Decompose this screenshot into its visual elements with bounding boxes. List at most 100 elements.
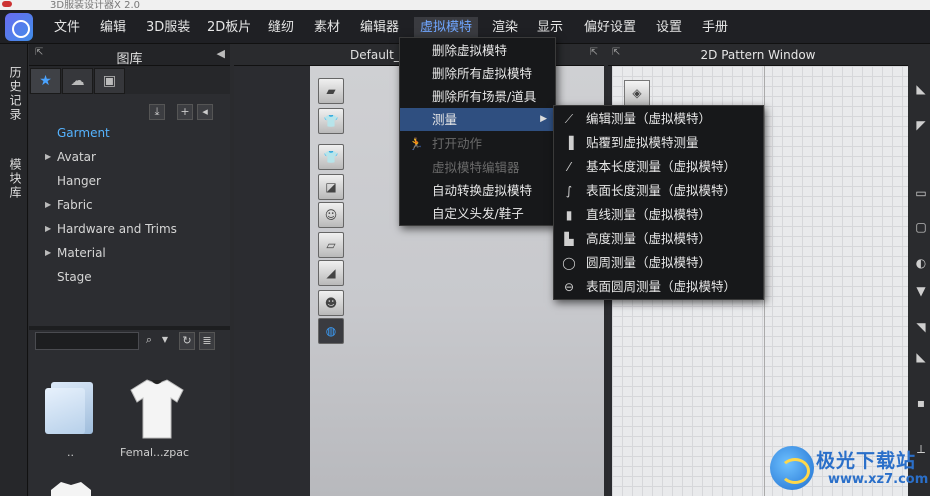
menu-3d-garment[interactable]: 3D服装: [140, 17, 196, 39]
back-button[interactable]: ◂: [197, 104, 213, 120]
pattern-display-icon[interactable]: ◈: [624, 80, 650, 106]
expand-arrow-icon[interactable]: ▶: [45, 248, 51, 257]
library-tabs: ★ ☁ ▣: [29, 66, 230, 94]
menu-measure[interactable]: 测量 ▶: [400, 108, 555, 131]
skin-display-icon[interactable]: ◢: [318, 260, 344, 286]
sewing-tool-icon[interactable]: ◣: [910, 346, 930, 368]
undock-icon[interactable]: ⇱: [590, 47, 598, 58]
submenu-label: 贴覆到虚拟模特测量: [586, 135, 699, 150]
menu-auto-convert-avatar[interactable]: 自动转换虚拟模特: [400, 179, 555, 202]
tab-cloud[interactable]: ☁: [62, 68, 93, 94]
submenu-circumference[interactable]: ◯ 圆周测量（虚拟模特）: [554, 251, 763, 275]
splitter[interactable]: [29, 326, 230, 330]
circumference-icon: ◯: [562, 256, 576, 270]
menu-measure-label: 测量: [432, 112, 458, 127]
avatar-head-icon[interactable]: ☻: [318, 290, 344, 316]
menu-manual[interactable]: 手册: [696, 17, 734, 39]
add-button[interactable]: +: [177, 104, 193, 120]
select-pattern-icon[interactable]: ◣: [910, 78, 930, 100]
refresh-button[interactable]: ↻: [179, 332, 195, 350]
dart-tool-icon[interactable]: ▼: [910, 280, 930, 302]
submenu-height-measure[interactable]: ▙ 高度测量（虚拟模特）: [554, 227, 763, 251]
tree-item-fabric[interactable]: Fabric: [57, 198, 93, 212]
menu-edit[interactable]: 编辑: [94, 17, 132, 39]
thumbnail-label: Femal...zpac: [120, 446, 190, 459]
watermark-url: www.xz7.com: [828, 472, 929, 487]
cloud-icon: ☁: [70, 73, 85, 89]
tree-item-garment[interactable]: Garment: [57, 126, 110, 140]
tab-history[interactable]: 历史记录: [4, 66, 24, 122]
tree-item-material[interactable]: Material: [57, 246, 106, 260]
side-tabs: 历史记录 模块库: [0, 44, 28, 496]
menu-settings[interactable]: 设置: [650, 17, 688, 39]
tshirt-icon: [51, 482, 91, 496]
tree-item-hardware-trims[interactable]: Hardware and Trims: [57, 222, 177, 236]
measure-submenu: ⟋ 编辑测量（虚拟模特） ▐ 贴覆到虚拟模特测量 ⁄ 基本长度测量（虚拟模特） …: [553, 105, 764, 300]
plus-icon: +: [180, 105, 190, 118]
submenu-label: 直线测量（虚拟模特）: [586, 207, 712, 222]
tshirt-icon: [130, 379, 184, 439]
search-icon[interactable]: ⌕: [141, 332, 157, 350]
rectangle-tool-icon[interactable]: ▢: [910, 216, 930, 238]
menu-file[interactable]: 文件: [48, 17, 86, 39]
surface-length-icon: ∫: [565, 184, 573, 198]
submenu-surface-circumference[interactable]: ⊖ 表面圆周测量（虚拟模特）: [554, 275, 763, 299]
menu-avatar[interactable]: 虚拟模特: [414, 17, 479, 39]
submenu-surface-length[interactable]: ∫ 表面长度测量（虚拟模特）: [554, 179, 763, 203]
2d-window-title: 2D Pattern Window: [700, 48, 816, 62]
menu-custom-hair-shoes[interactable]: 自定义头发/鞋子: [400, 202, 555, 225]
menu-materials[interactable]: 素材: [308, 17, 346, 39]
menu-delete-avatar[interactable]: 删除虚拟模特: [400, 39, 555, 62]
shirt-texture-icon[interactable]: 👕: [318, 144, 344, 170]
2d-window-header: ⇱ 2D Pattern Window: [608, 44, 908, 66]
render-mode-icon[interactable]: ▰: [318, 78, 344, 104]
menu-delete-all-scenes-props[interactable]: 删除所有场景/道具: [400, 85, 555, 108]
cut-tool-icon[interactable]: ◥: [910, 316, 930, 338]
menu-editor[interactable]: 编辑器: [354, 17, 405, 39]
globe-icon[interactable]: ◍: [318, 318, 344, 344]
tree-item-hanger[interactable]: Hanger: [57, 174, 101, 188]
expand-arrow-icon[interactable]: ▶: [45, 200, 51, 209]
app-logo-icon[interactable]: [5, 13, 33, 41]
download-icon: ⤓: [154, 105, 160, 118]
stitch-tool-icon[interactable]: ▪: [910, 392, 930, 414]
menu-display[interactable]: 显示: [531, 17, 569, 39]
submenu-base-length[interactable]: ⁄ 基本长度测量（虚拟模特）: [554, 155, 763, 179]
tab-module-library[interactable]: 模块库: [4, 158, 24, 200]
library-search-input[interactable]: [35, 332, 139, 350]
menu-delete-all-avatars[interactable]: 删除所有虚拟模特: [400, 62, 555, 85]
arrangement-icon[interactable]: ▱: [318, 232, 344, 258]
submenu-conform-measurement[interactable]: ▐ 贴覆到虚拟模特测量: [554, 131, 763, 155]
submenu-label: 圆周测量（虚拟模特）: [586, 255, 712, 270]
library-title: 图库: [116, 52, 143, 67]
avatar-display-icon[interactable]: ☺: [318, 202, 344, 228]
menu-preferences[interactable]: 偏好设置: [578, 17, 642, 39]
menu-render[interactable]: 渲染: [486, 17, 524, 39]
collapse-arrow-icon[interactable]: ◀: [217, 47, 225, 60]
garment-display-icon[interactable]: 👕: [318, 108, 344, 134]
straight-measure-icon: ▮: [565, 208, 573, 222]
list-view-button[interactable]: ≣: [199, 332, 215, 350]
base-length-icon: ⁄: [567, 160, 570, 174]
conform-measure-icon: ▐: [564, 136, 574, 150]
tab-store[interactable]: ▣: [94, 68, 125, 94]
star-icon: ★: [39, 73, 52, 89]
fabric-display-icon[interactable]: ◪: [318, 174, 344, 200]
tab-favorites[interactable]: ★: [30, 68, 61, 94]
submenu-label: 基本长度测量（虚拟模特）: [586, 159, 737, 174]
edit-pattern-icon[interactable]: ◤: [910, 114, 930, 136]
polygon-tool-icon[interactable]: ▭: [910, 182, 930, 204]
submenu-arrow-icon: ▶: [540, 114, 547, 124]
folder-icon: [45, 382, 93, 434]
expand-arrow-icon[interactable]: ▶: [45, 224, 51, 233]
tree-item-stage[interactable]: Stage: [57, 270, 92, 284]
search-dropdown-icon[interactable]: ▼: [157, 332, 173, 350]
circle-tool-icon[interactable]: ◐: [910, 252, 930, 274]
tree-item-avatar[interactable]: Avatar: [57, 150, 96, 164]
menu-2d-pattern[interactable]: 2D板片: [201, 17, 257, 39]
expand-arrow-icon[interactable]: ▶: [45, 152, 51, 161]
submenu-straight-measure[interactable]: ▮ 直线测量（虚拟模特）: [554, 203, 763, 227]
submenu-edit-measurement[interactable]: ⟋ 编辑测量（虚拟模特）: [554, 107, 763, 131]
download-button[interactable]: ⤓: [149, 104, 165, 120]
menu-sewing[interactable]: 缝纫: [262, 17, 300, 39]
